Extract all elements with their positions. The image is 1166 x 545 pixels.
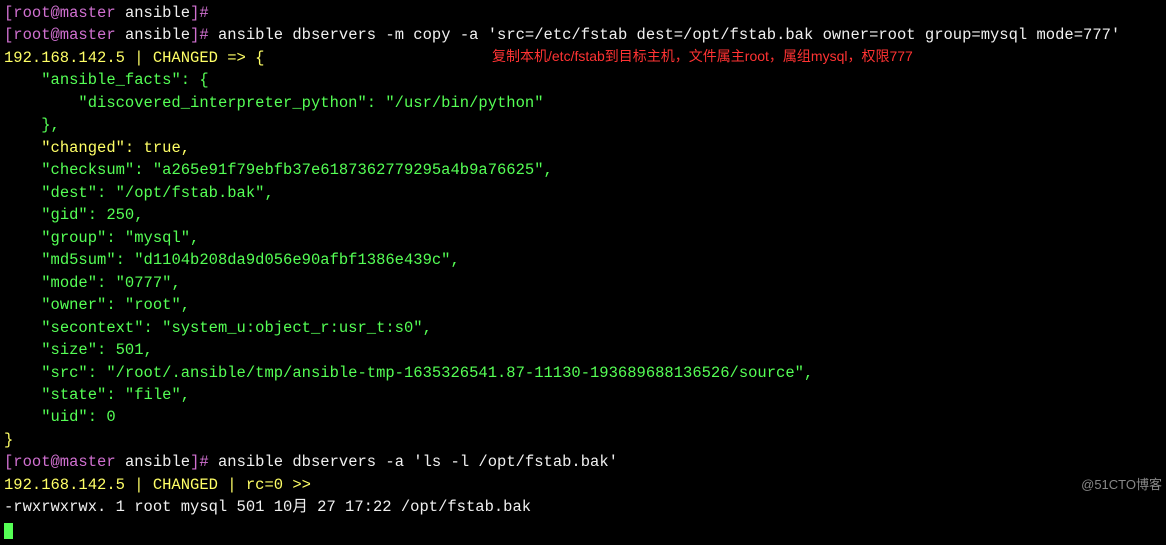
prompt-dir: ansible <box>125 453 190 471</box>
cursor-line[interactable] <box>4 519 1162 541</box>
command-line-1[interactable]: [root@master ansible]# ansible dbservers… <box>4 24 1162 46</box>
prompt-user: [root@master <box>4 26 116 44</box>
prompt-user: [root@master <box>4 453 116 471</box>
cursor-block <box>4 523 13 539</box>
prompt-dir: ansible <box>125 4 190 22</box>
interpreter-line: "discovered_interpreter_python": "/usr/b… <box>4 92 1162 114</box>
ls-output: -rwxrwxrwx. 1 root mysql 501 10月 27 17:2… <box>4 496 1162 518</box>
prompt-close: ]# <box>190 26 209 44</box>
result2-header: 192.168.142.5 | CHANGED | rc=0 >> <box>4 474 1162 496</box>
secontext-line: "secontext": "system_u:object_r:usr_t:s0… <box>4 317 1162 339</box>
md5sum-line: "md5sum": "d1104b208da9d056e90afbf1386e4… <box>4 249 1162 271</box>
prompt-close: ]# <box>190 4 209 22</box>
prompt-dir: ansible <box>125 26 190 44</box>
ansible-facts-open: "ansible_facts": { <box>4 69 1162 91</box>
checksum-line: "checksum": "a265e91f79ebfb37e6187362779… <box>4 159 1162 181</box>
command-text: ansible dbservers -a 'ls -l /opt/fstab.b… <box>209 453 618 471</box>
command-text: ansible dbservers -m copy -a 'src=/etc/f… <box>209 26 1121 44</box>
dest-line: "dest": "/opt/fstab.bak", <box>4 182 1162 204</box>
brace-close: } <box>4 429 1162 451</box>
prompt-bracket: [root@master <box>4 4 116 22</box>
size-line: "size": 501, <box>4 339 1162 361</box>
gid-line: "gid": 250, <box>4 204 1162 226</box>
src-line: "src": "/root/.ansible/tmp/ansible-tmp-1… <box>4 362 1162 384</box>
ls-output-text: -rwxrwxrwx. 1 root mysql 501 10月 27 17:2… <box>4 498 531 516</box>
annotation-chinese: 复制本机/etc/fstab到目标主机，文件属主root，属组mysql，权限7… <box>492 46 913 66</box>
ansible-facts-close: }, <box>4 114 1162 136</box>
command-line-2[interactable]: [root@master ansible]# ansible dbservers… <box>4 451 1162 473</box>
mode-line: "mode": "0777", <box>4 272 1162 294</box>
prompt-close: ]# <box>190 453 209 471</box>
watermark: @51CTO博客 <box>1081 476 1162 495</box>
uid-line: "uid": 0 <box>4 406 1162 428</box>
state-line: "state": "file", <box>4 384 1162 406</box>
group-line: "group": "mysql", <box>4 227 1162 249</box>
changed-line: "changed": true, <box>4 137 1162 159</box>
previous-prompt-line: [root@master ansible]# <box>4 2 1162 24</box>
owner-line: "owner": "root", <box>4 294 1162 316</box>
